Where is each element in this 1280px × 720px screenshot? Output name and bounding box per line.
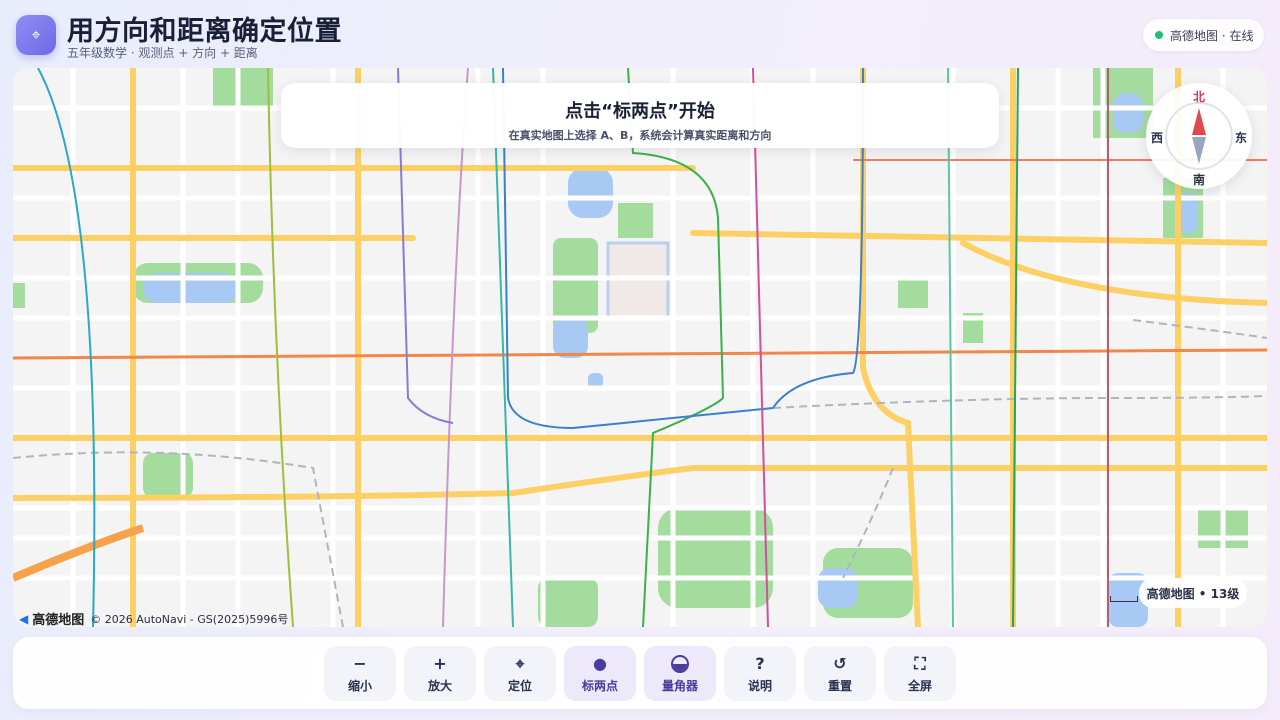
help-button[interactable]: ? 说明: [724, 646, 796, 701]
protractor-icon: [671, 654, 689, 674]
map-attribution: ◀ 高德地图 © 2026 AutoNavi - GS(2025)5996号: [19, 609, 289, 628]
locate-label: 定位: [507, 678, 532, 693]
map-status-text: 高德地图 · 在线: [1170, 28, 1254, 43]
compass-north-label: 北: [1193, 90, 1206, 104]
fullscreen-button[interactable]: ⛶ 全屏: [884, 646, 956, 701]
protractor-button[interactable]: 量角器: [644, 646, 716, 701]
zoom-in-label: 放大: [427, 678, 452, 693]
mark-two-points-label: 标两点: [581, 678, 618, 693]
app-logo-icon: ⌖: [16, 15, 56, 55]
fullscreen-icon: ⛶: [914, 653, 926, 673]
zoom-out-button[interactable]: − 缩小: [324, 646, 396, 701]
ring-road: [13, 348, 1267, 360]
map-canvas[interactable]: 点击“标两点”开始 在真实地图上选择 A、B，系统会计算真实距离和方向 北 南 …: [13, 68, 1267, 627]
protractor-label: 量角器: [661, 678, 698, 693]
amap-arrow-icon: ◀: [19, 611, 29, 626]
page-subtitle: 五年级数学 · 观测点 + 方向 + 距离: [67, 46, 258, 60]
page-title: 用方向和距离确定位置: [67, 16, 342, 47]
hint-subtitle: 在真实地图上选择 A、B，系统会计算真实距离和方向: [508, 129, 772, 142]
minus-icon: −: [353, 653, 367, 673]
locate-button[interactable]: ⌖ 定位: [484, 646, 556, 701]
map-tiles: [13, 68, 1267, 627]
compass-south-label: 南: [1193, 173, 1206, 187]
reset-button[interactable]: ↺ 重置: [804, 646, 876, 701]
amap-logo-text: 高德地图: [32, 613, 85, 627]
minor-roads: [13, 68, 1267, 627]
mark-two-points-button[interactable]: ● 标两点: [564, 646, 636, 701]
reset-label: 重置: [827, 678, 852, 693]
reset-icon: ↺: [833, 653, 847, 673]
compass: 北 南 西 东: [1146, 83, 1252, 189]
help-label: 说明: [747, 678, 772, 693]
dot-icon: ●: [593, 653, 607, 673]
major-roads: [13, 68, 1267, 627]
map-status-badge: 高德地图 · 在线: [1143, 19, 1264, 51]
scale-bar: [1110, 596, 1138, 602]
help-icon: ?: [755, 653, 765, 673]
hint-card: 点击“标两点”开始 在真实地图上选择 A、B，系统会计算真实距离和方向: [281, 83, 999, 148]
bottom-toolbar: − 缩小 + 放大 ⌖ 定位 ● 标两点 量角器 ? 说明 ↺ 重置 ⛶ 全屏: [13, 637, 1267, 709]
zoom-level-label: 高德地图 • 13级: [1139, 578, 1247, 608]
amap-logo: ◀ 高德地图: [19, 609, 85, 628]
hint-title: 点击“标两点”开始: [565, 101, 715, 122]
online-dot-icon: [1155, 31, 1163, 39]
plus-icon: +: [433, 653, 447, 673]
locate-icon: ⌖: [515, 653, 525, 673]
zoom-in-button[interactable]: + 放大: [404, 646, 476, 701]
parks: [13, 68, 1248, 627]
zoom-out-label: 缩小: [347, 678, 372, 693]
attribution-text: © 2026 AutoNavi - GS(2025)5996号: [90, 612, 289, 626]
fullscreen-label: 全屏: [907, 678, 932, 693]
compass-east-label: 东: [1235, 131, 1248, 145]
compass-west-label: 西: [1151, 131, 1164, 145]
